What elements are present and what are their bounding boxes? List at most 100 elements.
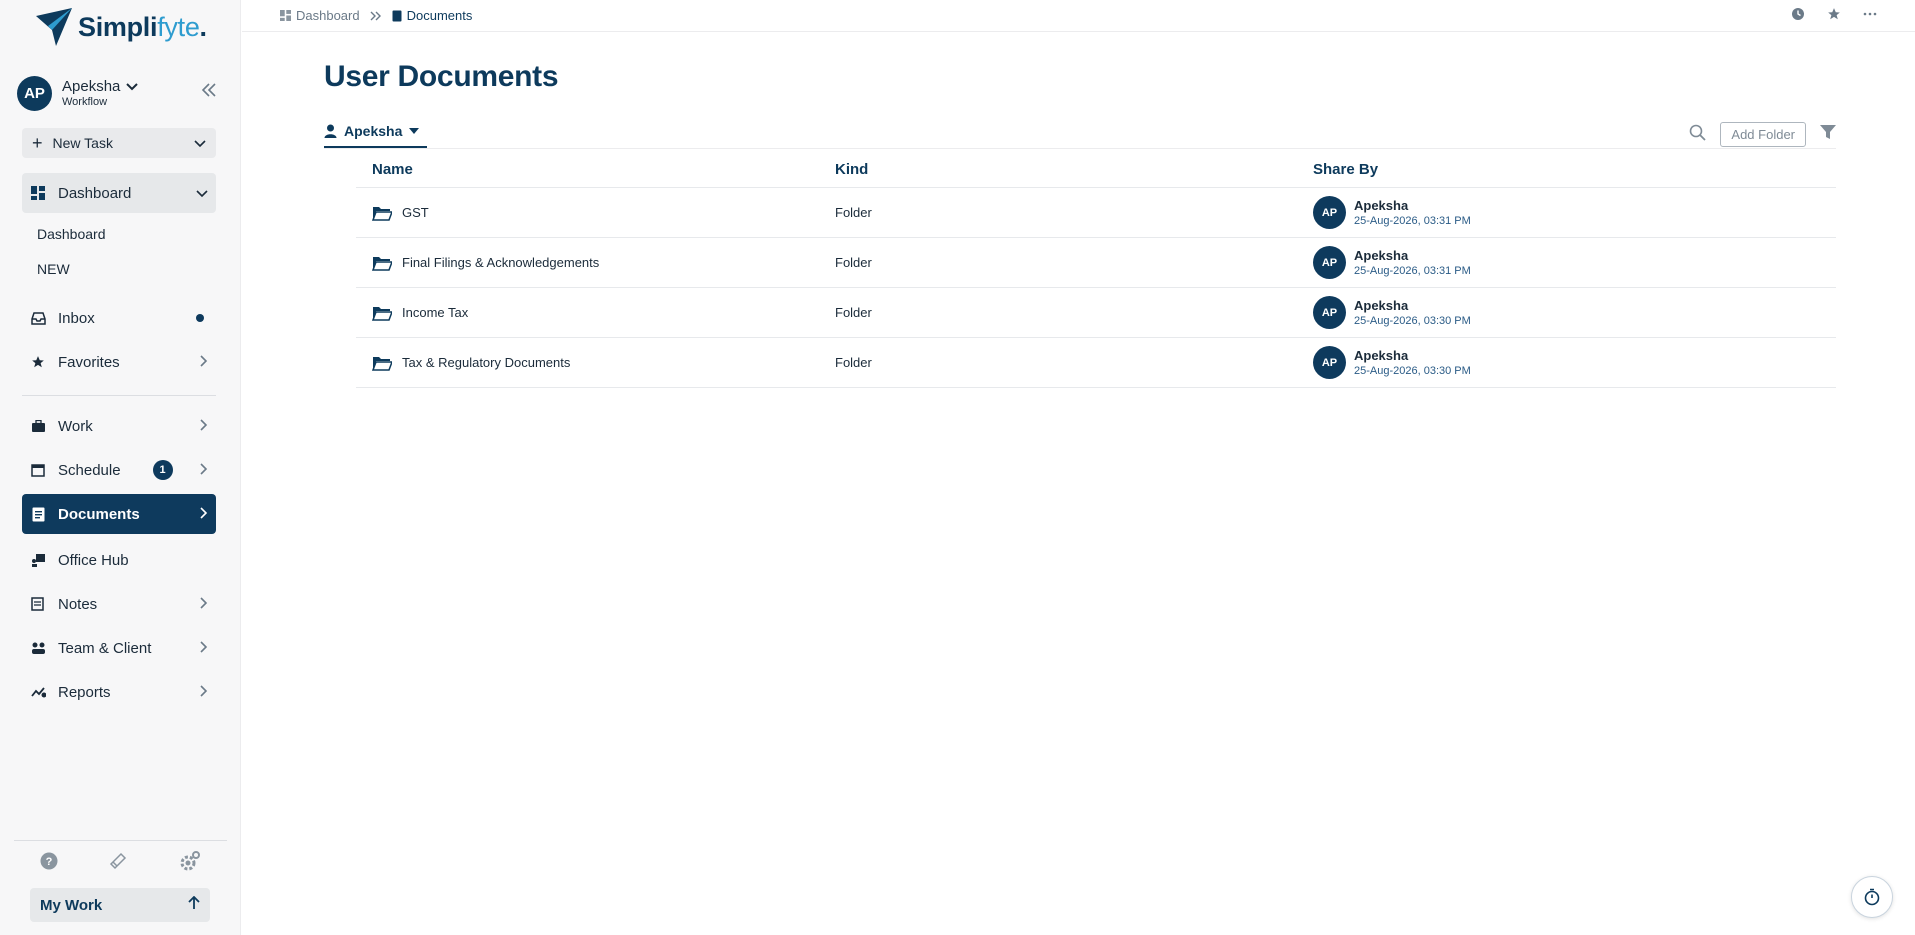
top-bar: Dashboard Documents xyxy=(242,0,1915,32)
sidebar-item-schedule[interactable]: Schedule 1 xyxy=(22,450,216,490)
caret-down-icon xyxy=(409,128,420,134)
folder-kind: Folder xyxy=(835,205,872,220)
avatar: AP xyxy=(17,75,52,111)
chevron-right-icon xyxy=(200,684,208,700)
table-row[interactable]: Tax & Regulatory Documents Folder AP Ape… xyxy=(356,338,1836,388)
documents-table: Name Kind Share By GST Folder AP Apeksha… xyxy=(356,152,1836,388)
folder-name[interactable]: Final Filings & Acknowledgements xyxy=(402,255,599,270)
paper-plane-icon xyxy=(36,8,72,46)
sidebar-item-label: Work xyxy=(58,417,93,435)
sidebar-item-office-hub[interactable]: Office Hub xyxy=(22,540,216,580)
announcement-icon[interactable] xyxy=(109,852,127,875)
sidebar-item-label: Dashboard xyxy=(58,184,132,202)
avatar: AP xyxy=(1313,246,1346,279)
dashboard-icon xyxy=(30,185,46,201)
schedule-count-badge: 1 xyxy=(152,460,173,480)
double-chevron-left-icon xyxy=(201,83,216,97)
shared-date: 25-Aug-2026, 03:30 PM xyxy=(1354,365,1471,377)
shared-date: 25-Aug-2026, 03:30 PM xyxy=(1354,315,1471,327)
shared-by-name: Apeksha xyxy=(1354,348,1409,363)
history-icon[interactable] xyxy=(1791,7,1805,24)
column-header-kind[interactable]: Kind xyxy=(835,161,1313,178)
sidebar-footer-icons: ? xyxy=(14,840,227,885)
sidebar-item-team-client[interactable]: Team & Client xyxy=(22,628,216,668)
table-row[interactable]: Final Filings & Acknowledgements Folder … xyxy=(356,238,1836,288)
folder-icon xyxy=(372,356,392,371)
page-title: User Documents xyxy=(324,60,559,93)
help-icon[interactable]: ? xyxy=(40,852,58,875)
new-task-button[interactable]: + New Task xyxy=(22,128,216,158)
shared-by-name: Apeksha xyxy=(1354,248,1409,263)
folder-name[interactable]: Income Tax xyxy=(402,305,468,320)
shared-date: 25-Aug-2026, 03:31 PM xyxy=(1354,265,1471,277)
sidebar-item-label: Reports xyxy=(58,683,111,701)
sidebar: Simplifyte. AP Apeksha Workflow + New Ta… xyxy=(0,0,241,935)
reports-icon xyxy=(30,684,46,700)
logo[interactable]: Simplifyte. xyxy=(34,6,207,48)
chevron-right-icon xyxy=(200,596,208,612)
timer-button[interactable] xyxy=(1851,876,1893,918)
sidebar-item-label: Favorites xyxy=(58,353,120,371)
filter-icon[interactable] xyxy=(1820,124,1836,145)
sidebar-item-label: Notes xyxy=(58,595,98,613)
plus-icon: + xyxy=(32,132,43,153)
office-hub-icon xyxy=(30,552,46,568)
user-profile[interactable]: AP Apeksha Workflow xyxy=(17,75,217,111)
dashboard-icon xyxy=(280,10,291,21)
sidebar-item-favorites[interactable]: Favorites xyxy=(22,342,216,382)
document-icon xyxy=(30,506,46,522)
sidebar-item-reports[interactable]: Reports xyxy=(22,672,216,712)
unread-dot xyxy=(196,314,204,322)
collapse-sidebar-button[interactable] xyxy=(201,83,217,102)
user-workspace: Workflow xyxy=(62,96,108,108)
folder-name[interactable]: Tax & Regulatory Documents xyxy=(402,355,570,370)
sidebar-item-label: Team & Client xyxy=(58,639,152,657)
sidebar-subitem-dashboard[interactable]: Dashboard xyxy=(37,226,106,242)
breadcrumb-dashboard[interactable]: Dashboard xyxy=(280,8,360,23)
sidebar-item-notes[interactable]: Notes xyxy=(22,584,216,624)
sidebar-item-label: Documents xyxy=(58,505,140,523)
table-header: Name Kind Share By xyxy=(356,152,1836,188)
svg-text:?: ? xyxy=(45,856,52,868)
chevron-down-icon[interactable] xyxy=(194,135,206,151)
table-row[interactable]: GST Folder AP Apeksha 25-Aug-2026, 03:31… xyxy=(356,188,1836,238)
sidebar-item-inbox[interactable]: Inbox xyxy=(22,298,216,338)
avatar: AP xyxy=(1313,296,1346,329)
breadcrumb-documents[interactable]: Documents xyxy=(392,8,472,23)
arrow-up-icon xyxy=(188,895,200,914)
sidebar-item-documents[interactable]: Documents xyxy=(22,494,216,534)
sidebar-subitem-new[interactable]: NEW xyxy=(37,261,70,277)
user-filter-tab[interactable]: Apeksha xyxy=(324,116,427,148)
column-header-name[interactable]: Name xyxy=(356,161,835,178)
add-folder-button[interactable]: Add Folder xyxy=(1720,122,1806,147)
more-options-icon[interactable] xyxy=(1863,7,1877,24)
user-filter-label: Apeksha xyxy=(344,123,403,139)
star-icon xyxy=(30,354,46,370)
search-icon[interactable] xyxy=(1689,124,1707,146)
shared-date: 25-Aug-2026, 03:31 PM xyxy=(1354,215,1471,227)
folder-kind: Folder xyxy=(835,355,872,370)
my-work-label: My Work xyxy=(40,896,103,914)
briefcase-icon xyxy=(30,418,46,434)
new-task-label: New Task xyxy=(52,135,113,151)
folder-name[interactable]: GST xyxy=(402,205,429,220)
column-header-share-by[interactable]: Share By xyxy=(1313,161,1836,178)
sidebar-item-work[interactable]: Work xyxy=(22,406,216,446)
settings-icon[interactable] xyxy=(179,850,201,877)
stopwatch-icon xyxy=(1864,888,1880,906)
sidebar-item-dashboard[interactable]: Dashboard xyxy=(22,173,216,213)
team-icon xyxy=(30,640,46,656)
chevron-right-icon xyxy=(200,462,208,478)
sidebar-item-label: Inbox xyxy=(58,309,95,327)
my-work-button[interactable]: My Work xyxy=(30,888,210,922)
calendar-icon xyxy=(30,462,46,478)
folder-kind: Folder xyxy=(835,255,872,270)
document-icon xyxy=(392,10,402,21)
breadcrumb-separator-icon xyxy=(370,8,382,24)
folder-icon xyxy=(372,306,392,321)
chevron-right-icon xyxy=(200,640,208,656)
chevron-right-icon xyxy=(200,506,208,522)
folder-kind: Folder xyxy=(835,305,872,320)
table-row[interactable]: Income Tax Folder AP Apeksha 25-Aug-2026… xyxy=(356,288,1836,338)
star-icon[interactable] xyxy=(1827,7,1841,24)
